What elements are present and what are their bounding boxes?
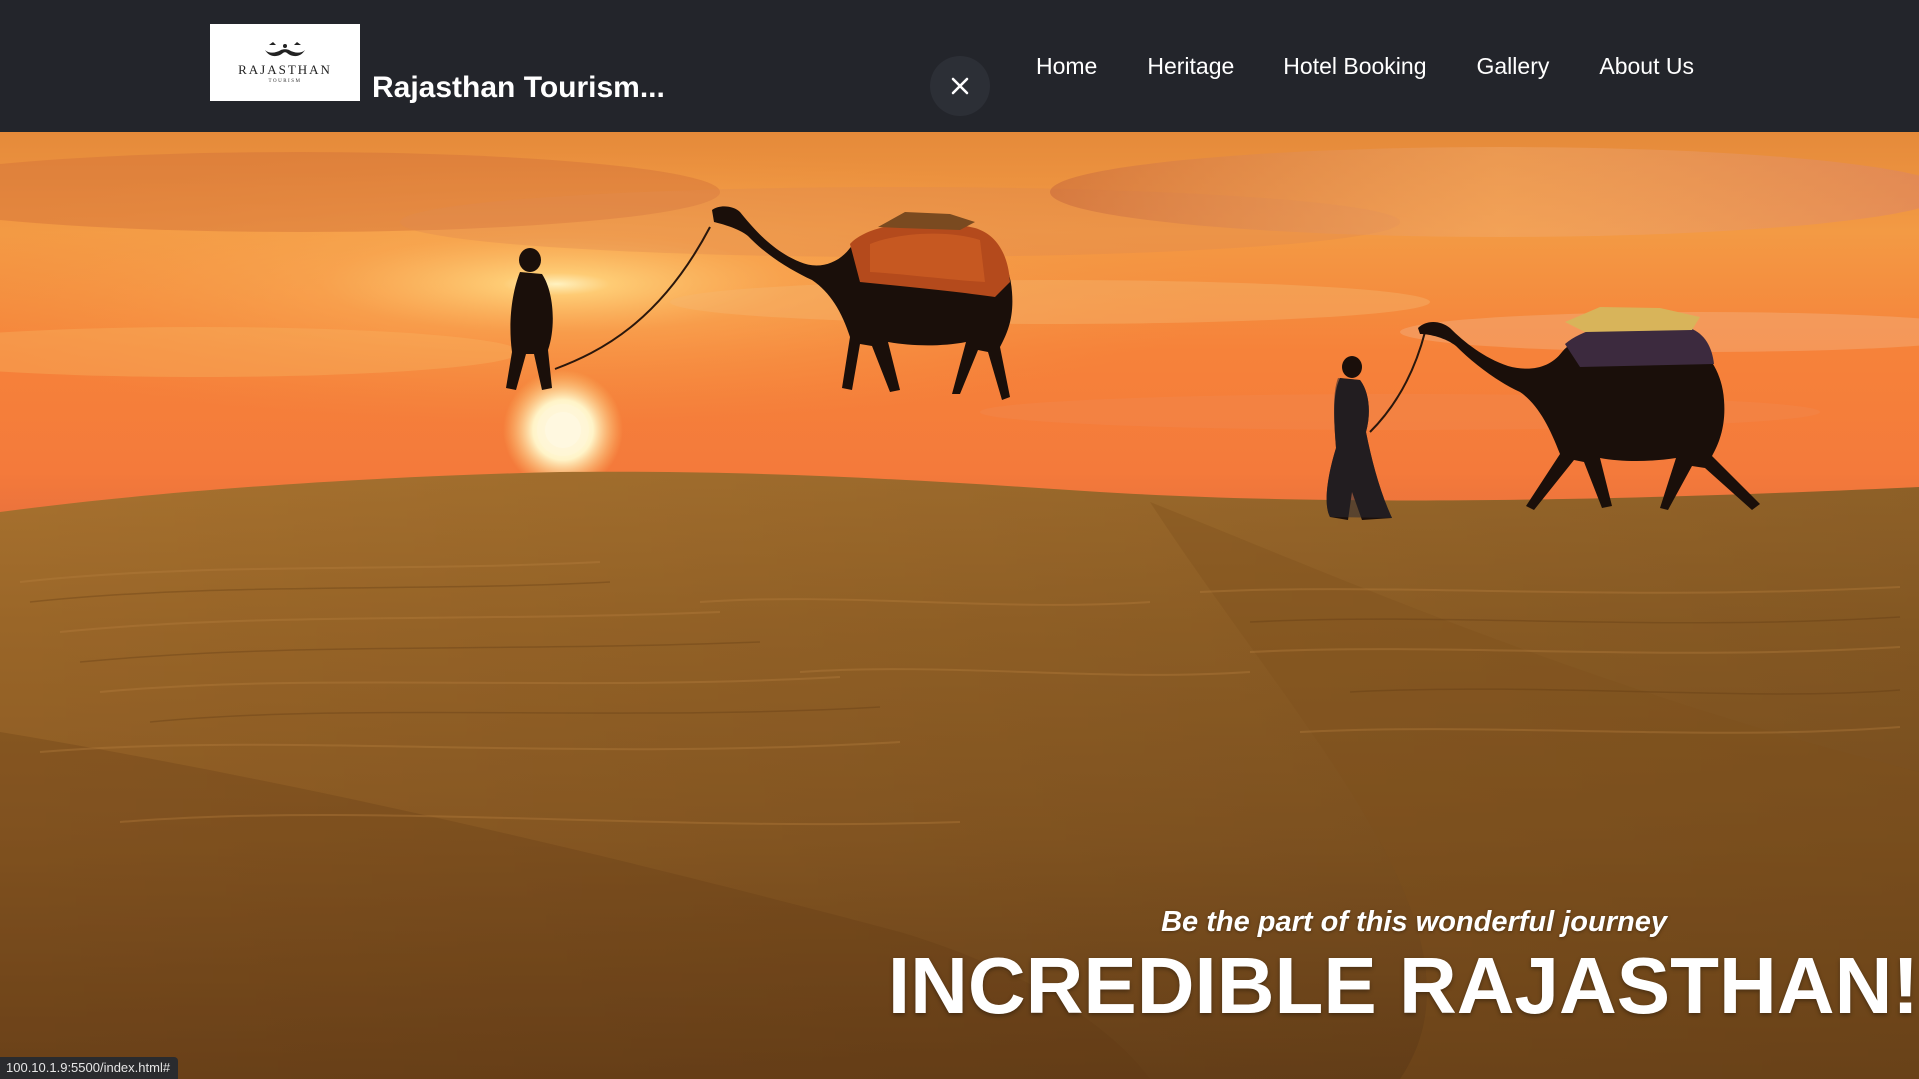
nav-link-home[interactable]: Home (1036, 52, 1097, 80)
status-bar-url: 100.10.1.9:5500/index.html# (0, 1057, 179, 1079)
brand-title: Rajasthan Tourism... (372, 71, 665, 104)
hero-headline: INCREDIBLE RAJASTHAN! (887, 941, 1919, 1030)
logo-sub-text: TOURISM (268, 79, 302, 84)
main-nav: Home Heritage Hotel Booking Gallery Abou… (1036, 52, 1694, 80)
site-logo[interactable]: RAJASTHAN TOURISM (210, 24, 360, 101)
close-icon (951, 77, 969, 95)
navbar: RAJASTHAN TOURISM Rajasthan Tourism... H… (0, 0, 1919, 132)
nav-link-hotel-booking[interactable]: Hotel Booking (1283, 52, 1426, 80)
hero-section: Be the part of this wonderful journey IN… (0, 132, 1919, 1079)
mustache-crown-logo-icon (265, 42, 305, 57)
close-menu-button[interactable] (930, 56, 990, 116)
hero-tagline: Be the part of this wonderful journey (1161, 906, 1667, 938)
nav-link-gallery[interactable]: Gallery (1477, 52, 1550, 80)
nav-link-heritage[interactable]: Heritage (1147, 52, 1234, 80)
nav-link-about-us[interactable]: About Us (1599, 52, 1694, 80)
logo-main-text: RAJASTHAN (238, 62, 332, 77)
page: RAJASTHAN TOURISM Rajasthan Tourism... H… (0, 0, 1919, 1079)
